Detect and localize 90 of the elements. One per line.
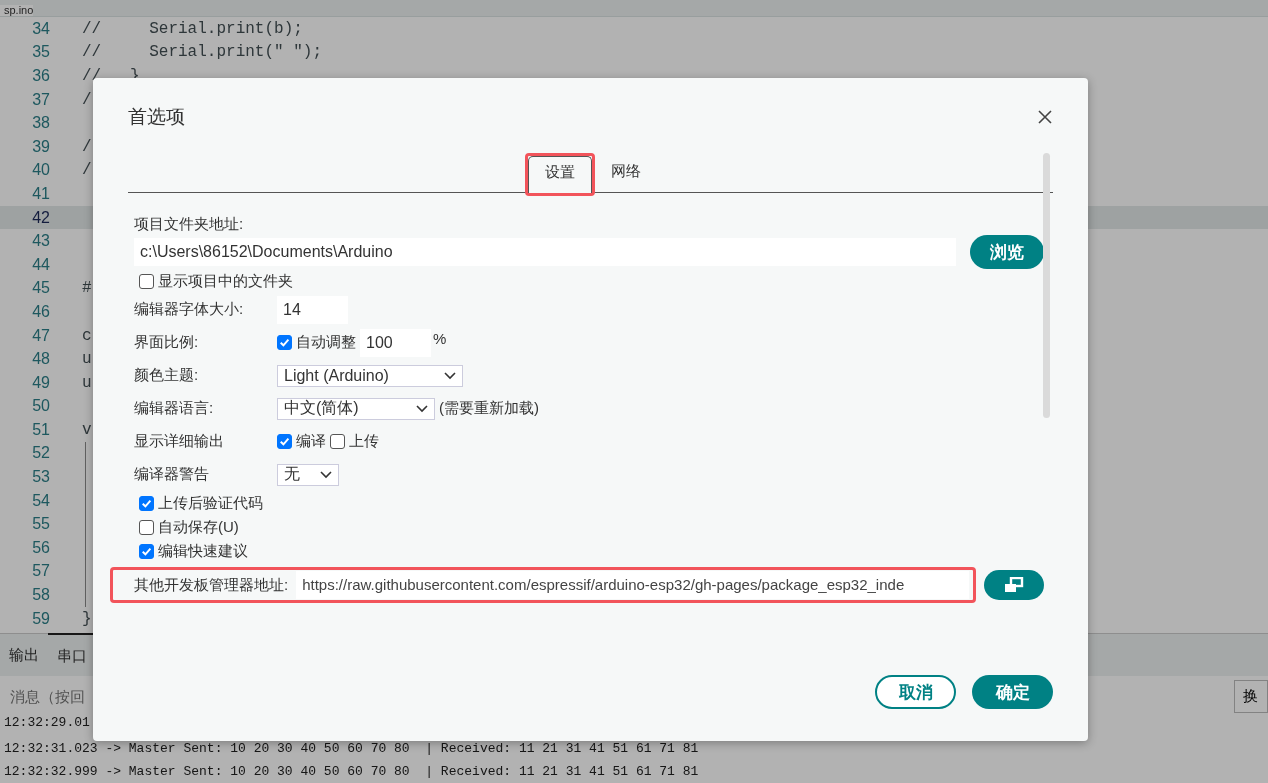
code-text: / xyxy=(82,161,92,180)
sketchbook-path-field[interactable]: c:\Users\86152\Documents\Arduino xyxy=(134,238,956,266)
code-text: u xyxy=(82,373,92,392)
line-number: 45 xyxy=(31,279,50,298)
checkbox-label: 编译 xyxy=(296,432,326,451)
windows-icon xyxy=(1004,577,1024,593)
line-number: 51 xyxy=(31,420,50,439)
checkbox-label: 上传 xyxy=(349,432,379,451)
code-text: c xyxy=(82,326,92,345)
scale-field[interactable]: 100 xyxy=(360,328,431,357)
line-number: 50 xyxy=(31,397,50,416)
network-tab[interactable]: 网络 xyxy=(594,156,657,192)
chevron-down-icon xyxy=(416,404,428,413)
line-number: 40 xyxy=(31,161,50,180)
unit-label: % xyxy=(433,330,447,347)
field-label: 项目文件夹地址: xyxy=(134,215,245,234)
font-size-field[interactable]: 14 xyxy=(277,295,348,324)
browse-button[interactable]: 浏览 xyxy=(970,235,1044,269)
language-select[interactable]: 中文(简体) xyxy=(277,397,435,420)
line-number: 35 xyxy=(31,43,50,62)
line-number: 36 xyxy=(31,67,50,85)
checkbox[interactable] xyxy=(139,495,154,511)
warnings-select[interactable]: 无 xyxy=(277,463,339,486)
edit-urls-button[interactable] xyxy=(984,570,1044,600)
code-text: u xyxy=(82,350,92,369)
line-number: 49 xyxy=(31,373,50,392)
check-icon xyxy=(278,435,291,448)
line-number: 58 xyxy=(31,586,50,605)
code-text: # xyxy=(82,279,92,298)
line-number: 37 xyxy=(31,90,50,109)
checkbox[interactable] xyxy=(139,519,154,535)
dialog-title: 首选项 xyxy=(128,105,185,129)
checkbox-label: 自动保存(U) xyxy=(158,517,239,537)
checkbox-label: 自动调整 xyxy=(296,333,356,352)
checkbox-label: 编辑快速建议 xyxy=(158,541,248,561)
checkbox[interactable] xyxy=(139,273,154,289)
file-tab[interactable]: sp.ino xyxy=(0,5,34,16)
console-line: 12:32:31.023 -> Master Sent: 10 20 30 40 50 60 70 80 | Received: 11 21 31 41 51 61 71 81 xyxy=(4,740,700,758)
chevron-down-icon xyxy=(320,470,332,479)
checkbox[interactable] xyxy=(139,543,154,559)
confirm-button[interactable]: 确定 xyxy=(972,675,1053,709)
checkbox-label: 上传后验证代码 xyxy=(158,493,263,513)
line-number: 39 xyxy=(31,137,50,156)
field-label: 其他开发板管理器地址: xyxy=(134,575,290,595)
line-number: 53 xyxy=(31,468,50,487)
field-label: 编辑器语言: xyxy=(134,399,215,418)
line-number: 43 xyxy=(31,232,50,251)
line-number: 47 xyxy=(31,326,50,345)
check-icon xyxy=(278,336,291,349)
line-number: 55 xyxy=(31,515,50,534)
close-icon[interactable] xyxy=(1037,109,1053,125)
field-label: 颜色主题: xyxy=(134,366,200,385)
line-number: 48 xyxy=(31,350,50,369)
settings-tab[interactable]: 设置 xyxy=(527,156,592,193)
code-text: v xyxy=(82,420,92,439)
line-number: 34 xyxy=(31,19,50,38)
line-number: 56 xyxy=(31,538,50,557)
line-number: 38 xyxy=(31,114,50,133)
console-line: 12:32:29.01 xyxy=(4,716,91,732)
checkbox-label: 显示项目中的文件夹 xyxy=(158,271,293,291)
field-label: 编译器警告 xyxy=(134,465,210,484)
line-number: 41 xyxy=(31,184,50,203)
line-number: 57 xyxy=(31,562,50,581)
line-number: 42 xyxy=(31,208,50,227)
line-number: 59 xyxy=(31,609,50,628)
chevron-down-icon xyxy=(444,371,456,380)
code-text: / xyxy=(82,90,92,109)
line-number: 52 xyxy=(31,444,50,463)
theme-select[interactable]: Light (Arduino) xyxy=(277,364,463,387)
code-text: // Serial.print(b); xyxy=(82,19,303,38)
line-number: 44 xyxy=(31,255,50,274)
line-ending-select[interactable]: 换 xyxy=(1234,679,1268,713)
field-label: 显示详细输出 xyxy=(134,432,225,451)
cancel-button[interactable]: 取消 xyxy=(875,675,956,709)
code-text: // Serial.print(" "); xyxy=(82,43,323,62)
line-number: 54 xyxy=(31,491,50,510)
field-label: 界面比例: xyxy=(134,333,200,352)
reload-note: (需要重新加载) xyxy=(439,399,539,418)
field-label: 编辑器字体大小: xyxy=(134,300,245,319)
line-number: 46 xyxy=(31,302,50,321)
panel-tab[interactable]: 输出 xyxy=(0,634,48,676)
code-text: / xyxy=(82,137,92,156)
console-line: 12:32:32.999 -> Master Sent: 10 20 30 40 50 60 70 80 | Received: 11 21 31 41 51 61 71 81 xyxy=(4,763,700,781)
scrollbar[interactable] xyxy=(1043,153,1050,418)
checkbox[interactable] xyxy=(277,434,292,449)
checkbox[interactable] xyxy=(330,434,345,449)
code-text: } xyxy=(82,609,92,628)
checkbox[interactable] xyxy=(277,335,292,350)
board-url-field[interactable]: https://raw.githubusercontent.com/espressif/arduino-esp32/gh-pages/package_esp32_inde xyxy=(296,571,969,599)
message-field[interactable]: 消息（按回 xyxy=(0,686,312,706)
